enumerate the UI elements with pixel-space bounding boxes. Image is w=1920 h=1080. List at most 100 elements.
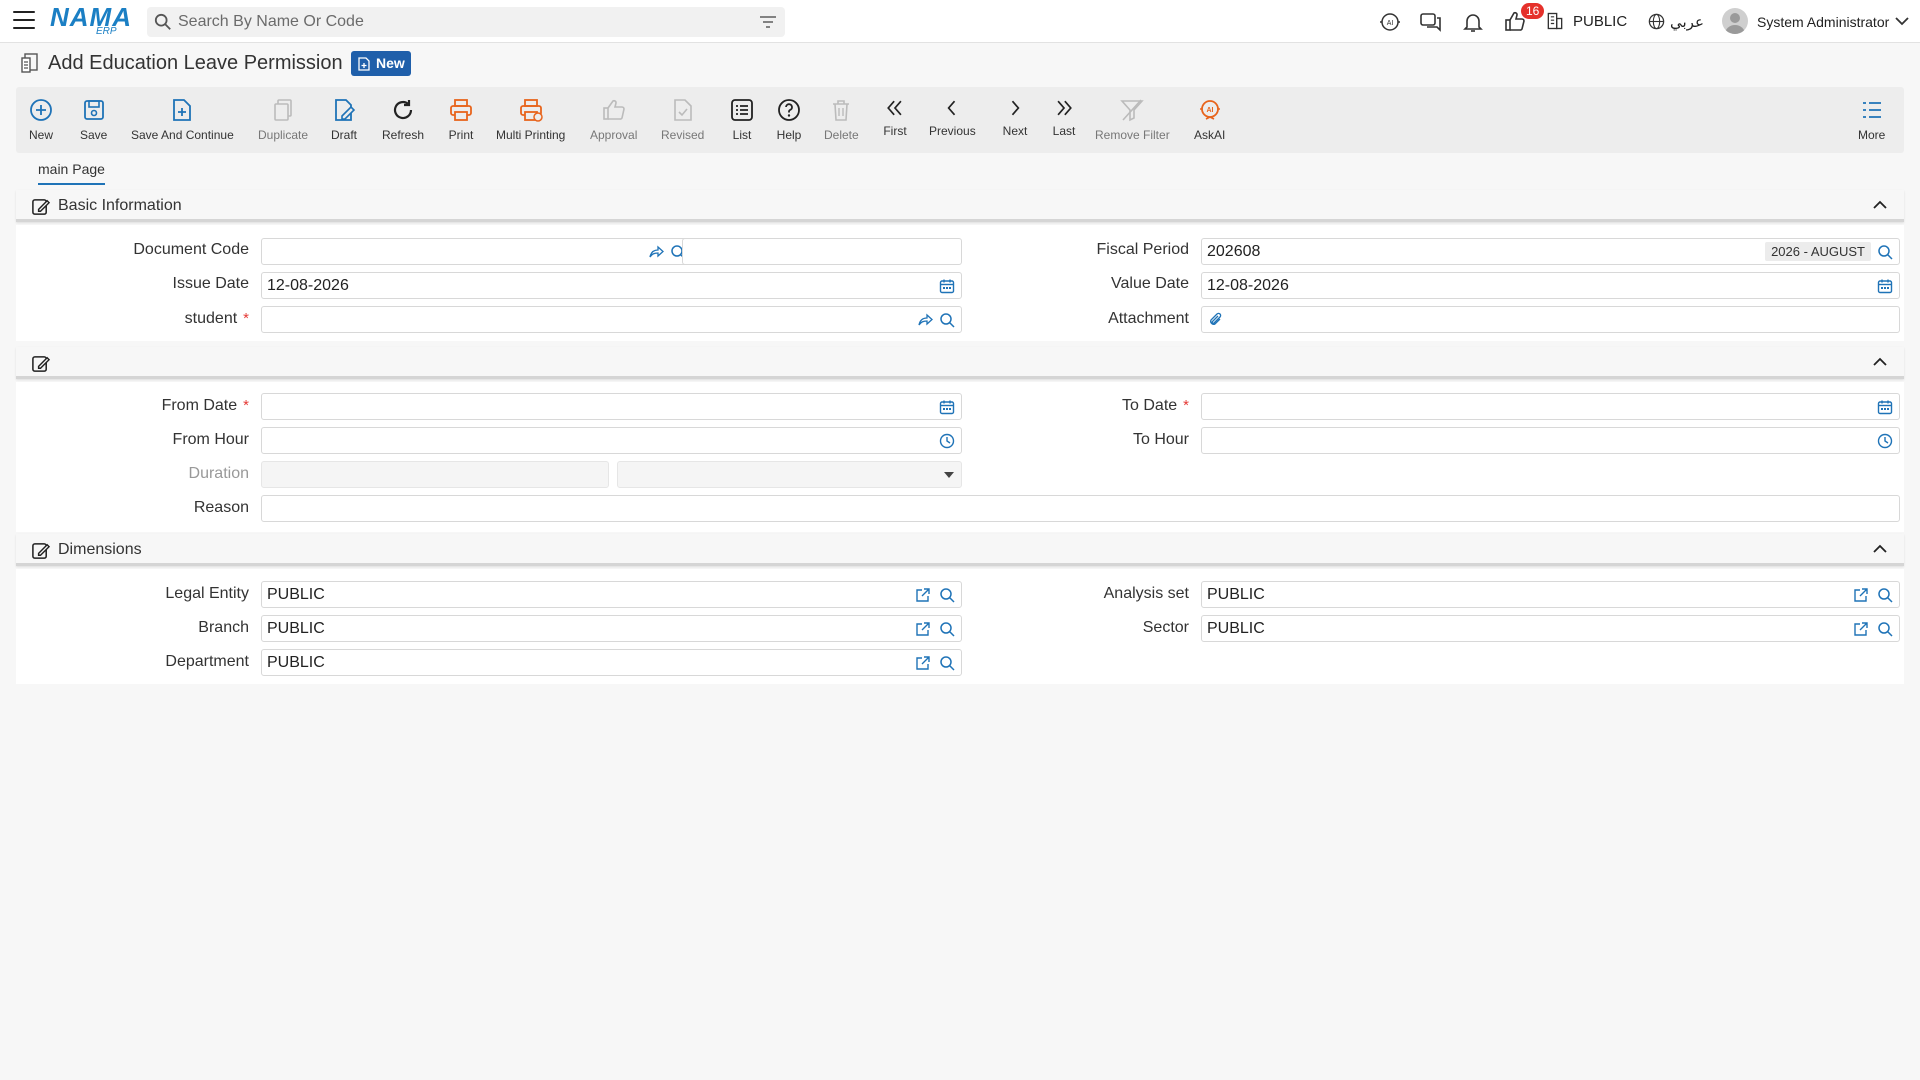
legal-entity-label: Legal Entity — [165, 585, 249, 602]
value-date-field[interactable]: 12-08-2026 — [1201, 272, 1900, 299]
chevron-right-icon — [1011, 100, 1020, 116]
department-field[interactable]: PUBLIC — [261, 649, 962, 676]
open-external-icon[interactable] — [1853, 621, 1869, 637]
double-chevron-left-icon — [887, 100, 902, 116]
student-label: student * — [184, 310, 249, 327]
user-avatar[interactable] — [1722, 8, 1748, 34]
open-external-icon[interactable] — [915, 621, 931, 637]
global-search — [147, 7, 785, 37]
fiscal-period-field[interactable]: 202608 2026 - AUGUST — [1201, 238, 1900, 265]
last-button[interactable]: Last — [1051, 87, 1077, 153]
askai-button[interactable]: AI AskAI — [1194, 87, 1225, 153]
app-logo[interactable]: NAMA ERP — [50, 4, 131, 38]
share-arrow-icon[interactable] — [917, 312, 933, 328]
lookup-search-icon[interactable] — [939, 621, 955, 637]
previous-button[interactable]: Previous — [929, 87, 976, 153]
tab-main-page[interactable]: main Page — [38, 161, 105, 185]
open-external-icon[interactable] — [1853, 587, 1869, 603]
entity-selector[interactable]: PUBLIC — [1573, 13, 1627, 30]
issue-date-label: Issue Date — [172, 275, 249, 292]
toolbar: New Save Save And Continue Duplicate Dra… — [16, 87, 1904, 153]
trash-icon — [833, 100, 850, 121]
issue-date-field[interactable]: 12-08-2026 — [261, 272, 962, 299]
legal-entity-field[interactable]: PUBLIC — [261, 581, 962, 608]
chevron-up-icon[interactable] — [1873, 544, 1887, 554]
revised-button[interactable]: Revised — [661, 87, 704, 153]
lookup-search-icon[interactable] — [939, 312, 955, 328]
reason-field[interactable] — [261, 495, 1900, 522]
student-field[interactable] — [261, 306, 962, 333]
sector-field[interactable]: PUBLIC — [1201, 615, 1900, 642]
next-button[interactable]: Next — [1002, 87, 1028, 153]
refresh-button[interactable]: Refresh — [382, 87, 424, 153]
filter-off-icon — [1120, 99, 1145, 122]
first-button[interactable]: First — [882, 87, 908, 153]
refresh-icon — [393, 100, 413, 120]
lookup-search-icon[interactable] — [939, 655, 955, 671]
print-button[interactable]: Print — [448, 87, 474, 153]
draft-button[interactable]: Draft — [331, 87, 357, 153]
lookup-search-icon[interactable] — [1877, 587, 1893, 603]
reason-label: Reason — [193, 499, 249, 516]
clock-icon[interactable] — [939, 433, 955, 449]
approval-button[interactable]: Approval — [590, 87, 637, 153]
new-button[interactable]: New — [28, 87, 54, 153]
basic-information-header[interactable]: Basic Information — [16, 190, 1904, 222]
help-button[interactable]: Help — [776, 87, 802, 153]
language-switch[interactable]: عربي — [1670, 13, 1704, 31]
delete-button[interactable]: Delete — [824, 87, 859, 153]
chevron-left-icon — [947, 100, 956, 116]
period-section-header[interactable] — [16, 347, 1904, 379]
dimensions-header[interactable]: Dimensions — [16, 534, 1904, 566]
thumbs-up-icon — [602, 99, 625, 120]
duplicate-button[interactable]: Duplicate — [258, 87, 308, 153]
calendar-icon[interactable] — [1877, 278, 1893, 294]
filter-icon[interactable] — [759, 14, 777, 30]
to-hour-field[interactable] — [1201, 427, 1900, 454]
document-check-icon — [673, 99, 692, 121]
more-button[interactable]: More — [1858, 87, 1885, 153]
user-menu[interactable]: System Administrator — [1757, 14, 1889, 30]
paperclip-icon[interactable] — [1208, 312, 1224, 328]
share-arrow-icon[interactable] — [648, 244, 664, 260]
clock-icon[interactable] — [1877, 433, 1893, 449]
chevron-down-icon[interactable] — [1895, 15, 1909, 27]
multi-printing-button[interactable]: Multi Printing — [496, 87, 565, 153]
ai-assistant-icon[interactable]: AI — [1378, 10, 1402, 34]
lookup-search-icon[interactable] — [939, 587, 955, 603]
from-date-field[interactable] — [261, 393, 962, 420]
save-and-continue-button[interactable]: Save And Continue — [131, 87, 234, 153]
edit-icon — [32, 543, 50, 559]
analysis-set-label: Analysis set — [1103, 585, 1189, 602]
document-code-field[interactable] — [261, 238, 693, 265]
from-hour-field[interactable] — [261, 427, 962, 454]
open-external-icon[interactable] — [915, 655, 931, 671]
duration-label: Duration — [188, 465, 249, 482]
calendar-icon[interactable] — [1877, 399, 1893, 415]
list-button[interactable]: List — [729, 87, 755, 153]
building-icon[interactable] — [1545, 11, 1565, 31]
document-code-label: Document Code — [133, 241, 249, 258]
chevron-up-icon[interactable] — [1873, 357, 1887, 367]
search-input[interactable] — [178, 7, 738, 37]
attachment-field[interactable] — [1201, 306, 1900, 333]
duration-unit-select — [617, 461, 962, 488]
hamburger-menu-icon[interactable] — [13, 11, 35, 31]
open-external-icon[interactable] — [915, 587, 931, 603]
bell-icon[interactable] — [1461, 10, 1485, 34]
calendar-icon[interactable] — [939, 278, 955, 294]
lookup-search-icon[interactable] — [1877, 621, 1893, 637]
chat-icon[interactable] — [1419, 10, 1443, 34]
multi-printer-icon — [519, 99, 543, 122]
analysis-set-field[interactable]: PUBLIC — [1201, 581, 1900, 608]
calendar-icon[interactable] — [939, 399, 955, 415]
save-button[interactable]: Save — [80, 87, 107, 153]
globe-icon[interactable] — [1647, 12, 1666, 31]
chevron-up-icon[interactable] — [1873, 200, 1887, 210]
search-icon — [154, 13, 171, 30]
to-date-field[interactable] — [1201, 393, 1900, 420]
lookup-search-icon[interactable] — [1877, 244, 1893, 260]
branch-field[interactable]: PUBLIC — [261, 615, 962, 642]
remove-filter-button[interactable]: Remove Filter — [1095, 87, 1170, 153]
document-code-name-field[interactable] — [682, 238, 962, 265]
